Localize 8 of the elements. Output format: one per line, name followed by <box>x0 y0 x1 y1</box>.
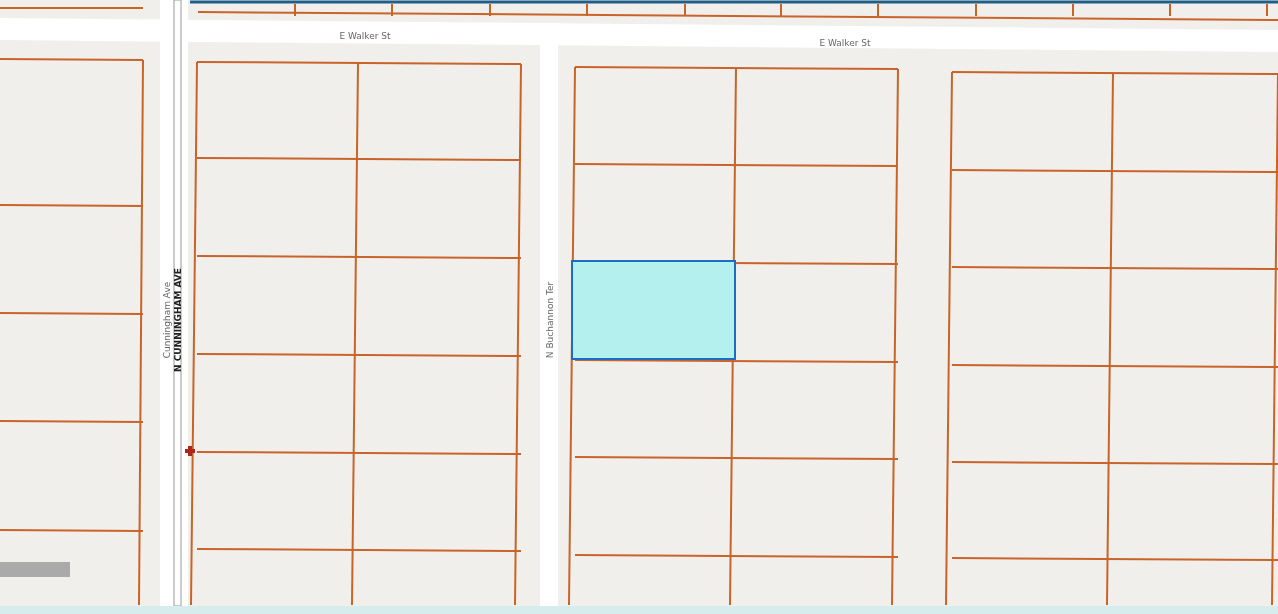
highlighted-parcel[interactable] <box>571 260 736 360</box>
street-label: N Buchannon Ter <box>544 281 555 359</box>
marker-icon <box>185 446 195 456</box>
street-label: E Walker St <box>339 30 391 41</box>
street-label: N CUNNINGHAM AVE <box>172 268 183 372</box>
street-label: Cunningham Ave <box>161 281 172 359</box>
street-label: E Walker St <box>819 37 871 48</box>
scale-bar <box>0 562 70 577</box>
